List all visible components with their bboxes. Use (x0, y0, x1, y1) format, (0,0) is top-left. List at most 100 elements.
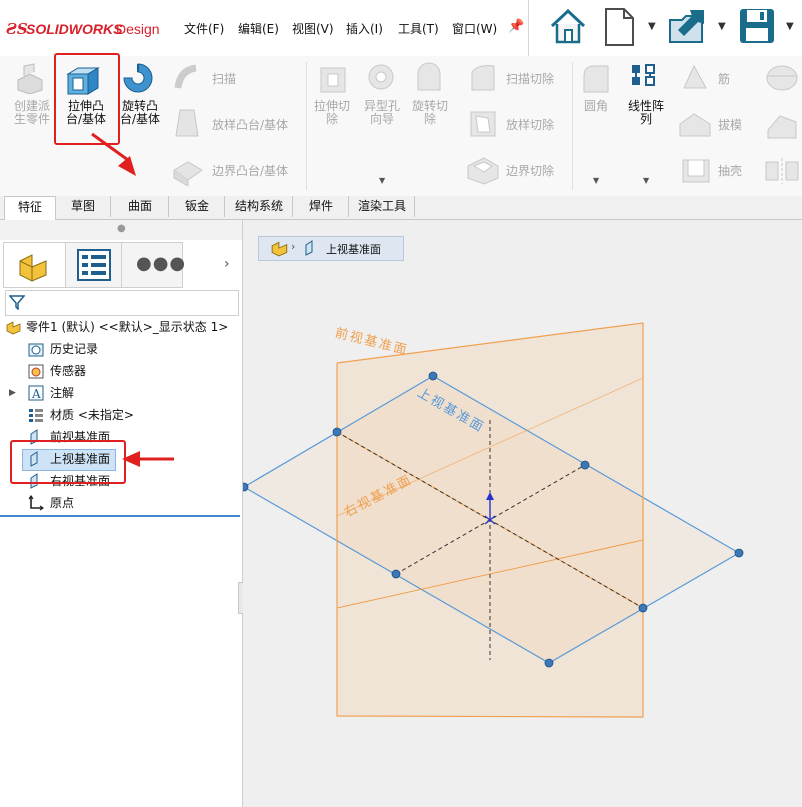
tab-surfaces[interactable]: 曲面 (112, 196, 169, 217)
hole-wizard-icon (368, 64, 394, 90)
hole-wizard-button[interactable]: 异型孔 向导 (358, 100, 406, 126)
tab-sheet-metal[interactable]: 钣金 (170, 196, 225, 217)
tab-more[interactable]: ●●● (121, 242, 187, 288)
tree-item-label: 传感器 (50, 364, 87, 378)
svg-text:A: A (31, 387, 41, 401)
menu-window[interactable]: 窗口(W) (452, 20, 497, 37)
boundary-boss-button[interactable]: 边界凸台/基体 (212, 162, 288, 179)
tab-structure-system[interactable]: 结构系统 (226, 196, 293, 217)
sweep-icon (174, 64, 197, 89)
rib-button[interactable]: 筋 (718, 70, 730, 87)
save-dropdown-chevron-icon[interactable]: ▼ (786, 21, 794, 32)
app-logo-suffix: Design (116, 21, 160, 37)
extrude-cut-icon (320, 67, 346, 93)
create-derived-part-button[interactable]: 创建派 生零件 (6, 100, 58, 126)
part-icon (6, 321, 21, 335)
extrude-cut-button[interactable]: 拉伸切 除 (308, 100, 356, 126)
menu-view[interactable]: 视图(V) (292, 20, 334, 37)
tree-item-history[interactable]: 历史记录 (0, 338, 240, 360)
tree-item-label: 历史记录 (50, 342, 99, 356)
save-icon[interactable] (738, 7, 776, 45)
tree-end-line (0, 515, 240, 517)
tree-item-label: 材质 <未指定> (50, 408, 134, 422)
shell-button[interactable]: 抽壳 (718, 162, 742, 179)
panel-next-chevron-icon[interactable]: › (224, 256, 230, 272)
ribbon-separator (572, 62, 573, 190)
linear-pattern-button[interactable]: 线性阵 列 (620, 100, 672, 126)
revolve-cut-icon (417, 62, 441, 91)
boundary-cut-button[interactable]: 边界切除 (506, 162, 554, 179)
filter-icon (9, 295, 25, 310)
material-icon (29, 409, 43, 422)
tab-features[interactable]: 特征 (4, 196, 56, 220)
swept-cut-icon (471, 65, 495, 91)
feature-manager-panel: ● ●●● › 零件1 (默认) <<默认>_显示状态 1> 历史记录 传感器 … (0, 220, 246, 807)
property-list-icon (77, 249, 111, 281)
loft-boss-icon (175, 109, 199, 137)
pin-icon[interactable]: 📌 (508, 19, 524, 34)
command-tabs: 特征 草图 曲面 钣金 结构系统 焊件 渲染工具 (0, 196, 802, 220)
tree-item-sensors[interactable]: 传感器 (0, 360, 240, 382)
home-icon[interactable] (548, 6, 588, 46)
new-dropdown-chevron-icon[interactable]: ▼ (648, 21, 656, 32)
tree-item-label: 注解 (50, 386, 75, 400)
planes-drawing[interactable] (243, 220, 802, 807)
menu-insert[interactable]: 插入(I) (346, 20, 383, 37)
fillet-button[interactable]: 圆角 (574, 100, 618, 113)
tree-item-origin[interactable]: 原点 (0, 492, 240, 514)
panel-header: ● (0, 220, 242, 240)
sensor-icon (28, 364, 44, 379)
fillet-dropdown-chevron-icon[interactable]: ▼ (593, 176, 599, 185)
menu-tools[interactable]: 工具(T) (398, 20, 439, 37)
new-document-icon[interactable] (602, 7, 636, 47)
tab-feature-manager[interactable] (3, 242, 67, 288)
ribbon-separator (306, 62, 307, 190)
boundary-boss-icon (173, 161, 203, 186)
linear-pattern-icon (632, 64, 655, 86)
expand-chevron-icon[interactable]: ▶ (9, 382, 16, 404)
origin-icon (28, 495, 44, 511)
swept-cut-button[interactable]: 扫描切除 (506, 70, 554, 87)
open-folder-icon[interactable] (668, 6, 708, 46)
tab-property-manager[interactable] (65, 242, 123, 288)
fillet-icon (583, 65, 609, 93)
menu-file[interactable]: 文件(F) (184, 20, 224, 37)
menu-edit[interactable]: 编辑(E) (238, 20, 279, 37)
annotation-icon: A (28, 385, 44, 401)
annotation-arrow-icon (122, 451, 174, 467)
pattern-dropdown-chevron-icon[interactable]: ▼ (643, 176, 649, 185)
shell-icon (682, 159, 710, 183)
tab-render-tools[interactable]: 渲染工具 (350, 196, 415, 217)
more-icon: ●●● (136, 253, 187, 274)
tree-item-material[interactable]: 材质 <未指定> (0, 404, 240, 426)
panel-grip-icon[interactable]: ● (117, 223, 126, 234)
lofted-cut-icon (470, 111, 496, 137)
revolve-boss-button[interactable]: 旋转凸 台/基体 (114, 100, 166, 126)
solidworks-logo-icon: ƧS (6, 20, 28, 38)
sweep-button[interactable]: 扫描 (212, 70, 236, 87)
revolve-cut-button[interactable]: 旋转切 除 (406, 100, 454, 126)
tree-item-annotations[interactable]: ▶ A 注解 (0, 382, 240, 404)
open-dropdown-chevron-icon[interactable]: ▼ (718, 21, 726, 32)
tree-root-part[interactable]: 零件1 (默认) <<默认>_显示状态 1> (0, 316, 240, 338)
cut-group-dropdown-chevron-icon[interactable]: ▼ (379, 176, 385, 185)
intersect-icon (767, 115, 797, 139)
derived-part-icon (17, 63, 43, 94)
lofted-cut-button[interactable]: 放样切除 (506, 116, 554, 133)
history-icon (28, 343, 44, 357)
part-name: 零件1 (默认) <<默认>_显示状态 1> (26, 320, 229, 334)
app-logo-name: SOLIDWORKS (26, 21, 123, 37)
draft-icon (679, 113, 711, 137)
boundary-cut-icon (467, 157, 499, 185)
tab-sketch[interactable]: 草图 (56, 196, 111, 217)
loft-boss-button[interactable]: 放样凸台/基体 (212, 116, 288, 133)
tree-filter-input[interactable] (5, 290, 239, 316)
tree-item-label: 原点 (50, 496, 75, 510)
wrap-icon (766, 65, 798, 91)
tab-weldments[interactable]: 焊件 (294, 196, 349, 217)
draft-button[interactable]: 拔模 (718, 116, 742, 133)
title-bar: ƧS SOLIDWORKS Design 文件(F) 编辑(E) 视图(V) 插… (0, 0, 802, 57)
title-separator (528, 0, 529, 56)
annotation-arrow-icon (91, 132, 136, 176)
part-icon (19, 254, 47, 282)
